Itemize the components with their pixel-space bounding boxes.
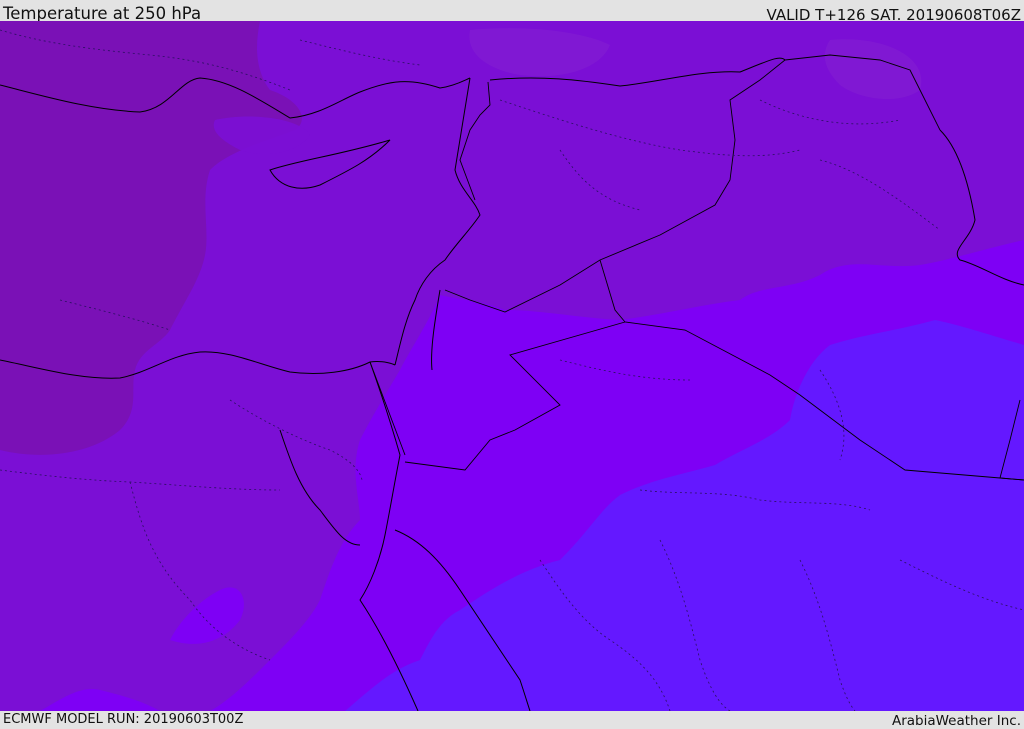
weather-map[interactable] [0,21,1024,711]
credit-label: ArabiaWeather Inc. [891,713,1021,729]
header-bar: Temperature at 250 hPa VALID T+126 SAT. … [0,0,1024,24]
footer-bar: ECMWF MODEL RUN: 20190603T00Z ArabiaWeat… [0,711,1024,729]
model-run-label: ECMWF MODEL RUN: 20190603T00Z [3,712,244,727]
